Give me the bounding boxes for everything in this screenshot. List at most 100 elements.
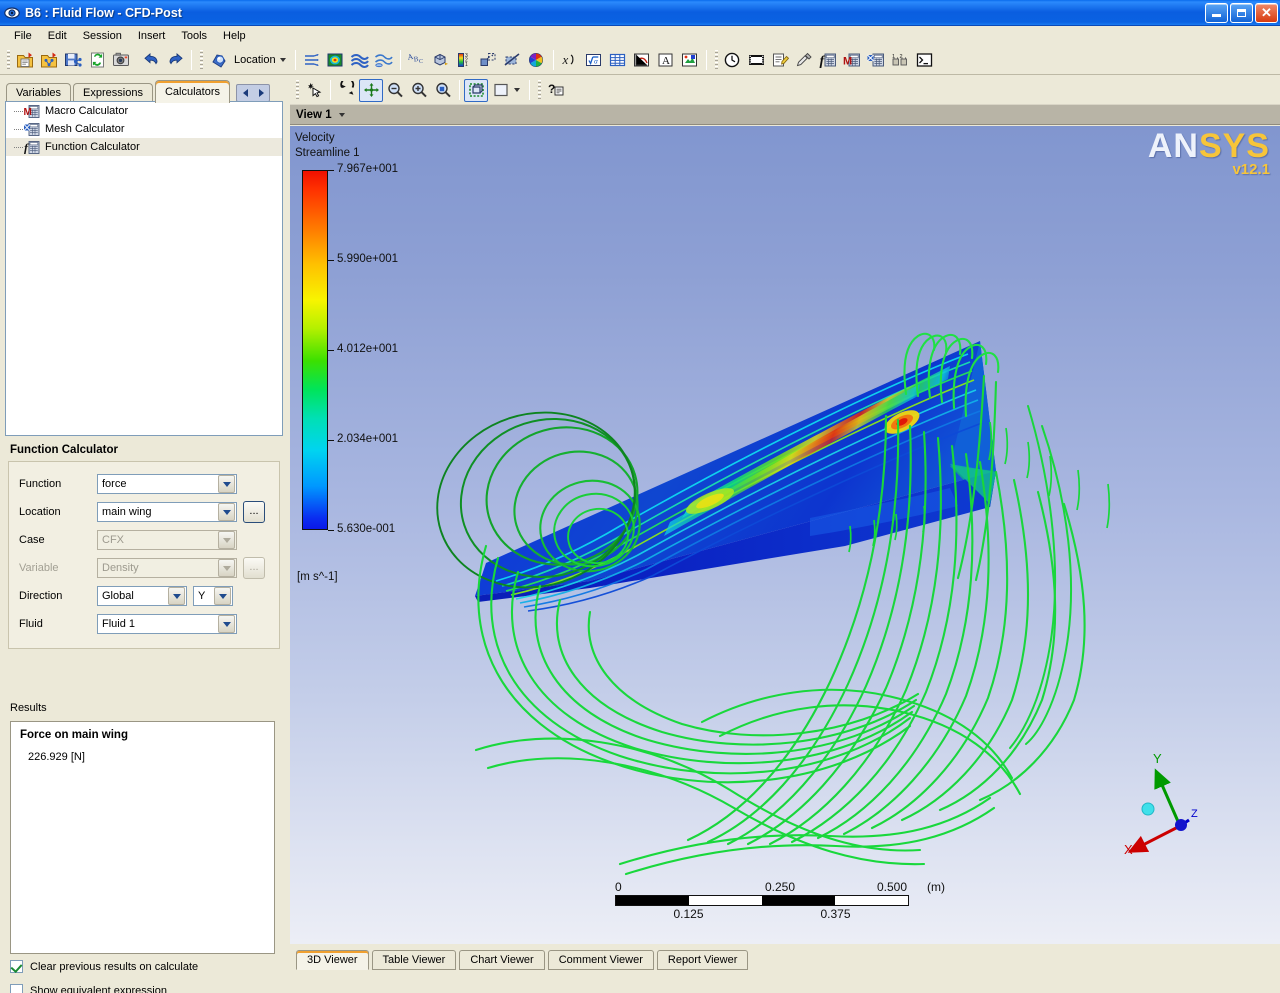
tab-expressions[interactable]: Expressions (73, 83, 153, 103)
direction-select[interactable]: Global (97, 586, 187, 606)
chevron-down-icon[interactable] (168, 587, 185, 605)
zoom-in-icon[interactable] (407, 79, 431, 102)
coordinate-frame-icon[interactable] (429, 49, 453, 72)
show-equivalent-expression-checkbox-row[interactable]: Show equivalent expression (10, 984, 167, 993)
chevron-down-icon (218, 559, 235, 577)
variable-label: Variable (19, 562, 59, 574)
tab-variables[interactable]: Variables (6, 83, 72, 103)
direction-axis-select[interactable]: Y (193, 586, 233, 606)
chart-icon[interactable] (630, 49, 654, 72)
view-bar[interactable]: View 1 (290, 104, 1280, 125)
reset-rotate-icon[interactable] (335, 79, 359, 102)
tab-3d-viewer[interactable]: 3D Viewer (296, 950, 369, 970)
vector-icon[interactable] (300, 49, 324, 72)
table-icon[interactable] (606, 49, 630, 72)
tab-table-viewer[interactable]: Table Viewer (371, 950, 457, 970)
maximize-icon (1237, 8, 1246, 17)
text-abc-icon[interactable]: A B C (405, 49, 429, 72)
view-preset-dropdown[interactable] (488, 79, 525, 102)
rotate-pan-icon[interactable] (359, 78, 383, 102)
particle-track-icon[interactable] (372, 49, 396, 72)
chevron-down-icon[interactable] (218, 615, 235, 633)
close-button[interactable]: ✕ (1255, 2, 1278, 23)
refresh-file-icon[interactable] (85, 49, 109, 72)
new-case-icon[interactable] (13, 49, 37, 72)
tab-comment-viewer[interactable]: Comment Viewer (547, 950, 654, 970)
comment-icon[interactable]: A (654, 49, 678, 72)
axis-label-z: Z (1191, 808, 1198, 820)
synchronize-icon[interactable]: 12 (889, 49, 913, 72)
maximize-button[interactable] (1230, 2, 1253, 23)
redo-icon[interactable] (163, 49, 187, 72)
chevron-right-icon[interactable] (253, 85, 269, 101)
result-title: Force on main wing (20, 729, 128, 741)
command-editor-icon[interactable] (913, 49, 937, 72)
svg-text:f: f (24, 140, 29, 154)
clear-previous-results-checkbox-row[interactable]: Clear previous results on calculate (10, 960, 198, 973)
zoom-box-icon[interactable] (383, 79, 407, 102)
field-row-location: Location main wing ... (19, 498, 269, 526)
chevron-down-icon[interactable] (214, 587, 231, 605)
snapshot-icon[interactable] (109, 49, 133, 72)
location-select[interactable]: main wing (97, 502, 237, 522)
viewer-toolbar-grip[interactable] (294, 80, 300, 100)
menu-session[interactable]: Session (75, 28, 130, 44)
contour-icon[interactable] (324, 49, 348, 72)
chevron-down-icon[interactable] (218, 475, 235, 493)
toolbar-grip-3[interactable] (712, 50, 719, 70)
probe-eyedropper-icon[interactable] (793, 49, 817, 72)
save-state-icon[interactable] (61, 49, 85, 72)
variable-icon[interactable]: α (582, 49, 606, 72)
window-title: B6 : Fluid Flow - CFD-Post (25, 5, 182, 20)
function-calculator-icon[interactable]: f (817, 49, 841, 72)
viewport-3d[interactable]: ANSYS v12.1 Velocity Streamline 1 7.967e… (290, 126, 1280, 944)
clear-previous-results-checkbox[interactable] (10, 960, 23, 973)
viewer-toolbar-grip-2[interactable] (536, 80, 542, 100)
zoom-fit-icon[interactable] (431, 79, 455, 102)
tree-item-mesh-calculator[interactable]: Mesh Calculator (6, 120, 282, 138)
location-browse-button[interactable]: ... (243, 501, 265, 523)
mesh-calculator-icon[interactable] (865, 49, 889, 72)
case-select: CFX (97, 530, 237, 550)
select-pointer-icon[interactable] (302, 79, 326, 102)
tab-report-viewer[interactable]: Report Viewer (656, 950, 749, 970)
legend-icon[interactable]: 3 2 1 (453, 49, 477, 72)
streamline-icon[interactable] (348, 49, 372, 72)
animation-icon[interactable] (745, 49, 769, 72)
fluid-label: Fluid (19, 618, 43, 630)
toolbar-grip[interactable] (5, 50, 11, 70)
axis-label-y: Y (1153, 751, 1162, 766)
axis-triad[interactable]: Y X Z (1105, 744, 1225, 859)
expression-x-icon[interactable]: x (558, 49, 582, 72)
menu-edit[interactable]: Edit (40, 28, 75, 44)
fit-view-icon[interactable] (464, 78, 488, 102)
undo-icon[interactable] (139, 49, 163, 72)
tree-item-macro-calculator[interactable]: M Macro Calculator (6, 102, 282, 120)
tab-calculators[interactable]: Calculators (154, 80, 230, 103)
tree-item-function-calculator[interactable]: f Function Calculator (6, 138, 282, 156)
function-select[interactable]: force (97, 474, 237, 494)
chevron-down-icon[interactable] (218, 503, 235, 521)
menu-help[interactable]: Help (215, 28, 254, 44)
location-dropdown[interactable]: Location (206, 49, 291, 72)
load-results-icon[interactable] (37, 49, 61, 72)
chevron-left-icon[interactable] (237, 85, 253, 101)
tab-chart-viewer[interactable]: Chart Viewer (459, 950, 545, 970)
report-edit-icon[interactable] (769, 49, 793, 72)
toolbar-grip-2[interactable] (198, 50, 204, 70)
show-equivalent-expression-checkbox[interactable] (10, 984, 23, 993)
timestep-clock-icon[interactable] (721, 49, 745, 72)
macro-calculator-icon[interactable]: M (841, 49, 865, 72)
figure-icon[interactable] (678, 49, 702, 72)
help-context-icon[interactable]: ? (544, 79, 568, 102)
fluid-select[interactable]: Fluid 1 (97, 614, 237, 634)
color-map-icon[interactable] (525, 49, 549, 72)
instancing-transform-icon[interactable] (477, 49, 501, 72)
menu-insert[interactable]: Insert (130, 28, 174, 44)
calculators-tree[interactable]: M Macro Calculator Mesh Calculator f Fun… (5, 101, 283, 436)
clip-plane-icon[interactable] (501, 49, 525, 72)
menu-file[interactable]: File (6, 28, 40, 44)
chevron-down-icon[interactable] (338, 112, 345, 117)
menu-tools[interactable]: Tools (173, 28, 215, 44)
minimize-button[interactable] (1205, 2, 1228, 23)
